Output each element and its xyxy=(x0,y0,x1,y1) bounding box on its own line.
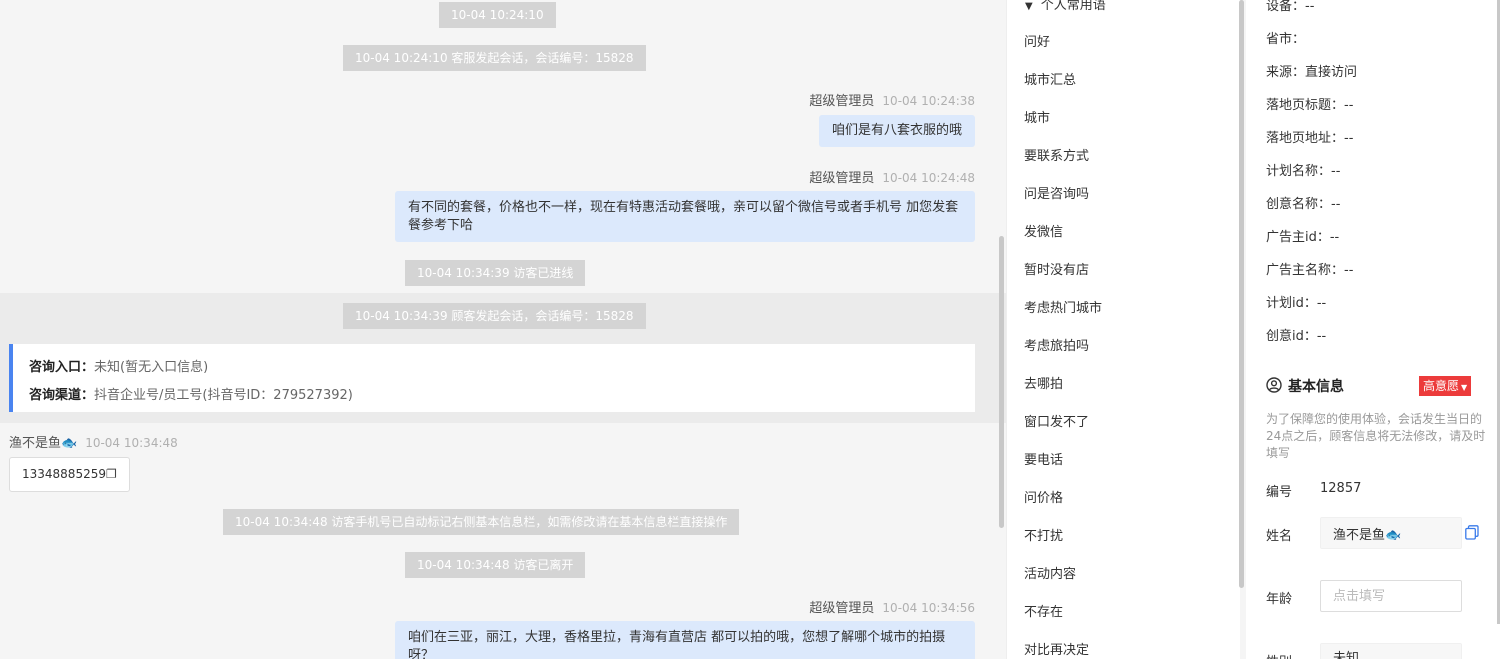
phrase-item[interactable]: 去哪拍 xyxy=(1024,373,1063,392)
phrase-item[interactable]: 城市汇总 xyxy=(1024,69,1076,88)
customer-info-panel: 设备：-- 省市： 来源：直接访问 落地页标题：-- 落地页地址：-- 计划名称… xyxy=(1246,0,1501,659)
agent-message-bubble: 有不同的套餐，价格也不一样，现在有特惠活动套餐哦，亲可以留个微信号或者手机号 加… xyxy=(395,191,975,242)
info-device: 设备：-- xyxy=(1266,0,1315,14)
page-scrollbar[interactable] xyxy=(1497,0,1500,624)
copy-icon[interactable]: ❐ xyxy=(106,467,117,481)
system-message: 10-04 10:24:10 客服发起会话，会话编号：15828 xyxy=(343,45,646,71)
message-time: 10-04 10:34:56 xyxy=(882,601,975,615)
info-plan-id: 计划id：-- xyxy=(1266,296,1327,311)
info-creative-id: 创意id：-- xyxy=(1266,329,1327,344)
phrase-item[interactable]: 窗口发不了 xyxy=(1024,411,1089,430)
message-line: 咱们在三亚，丽江，大理，香格里拉，青海有直营店 都可以拍的哦，您想了解哪个城市的… xyxy=(408,630,946,645)
sender-name: 超级管理员 xyxy=(809,94,875,109)
info-source: 来源：直接访问 xyxy=(1266,65,1358,80)
phrase-item[interactable]: 问价格 xyxy=(1024,487,1063,506)
consult-channel-value: 抖音企业号/员工号(抖音号ID：279527392) xyxy=(94,388,353,403)
phrase-item[interactable]: 考虑热门城市 xyxy=(1024,297,1102,316)
message-line: 有不同的套餐，价格也不一样，现在有特惠活动套餐哦，亲可以留个微信号或者手机号 加… xyxy=(408,200,959,215)
chat-panel: 10-04 10:24:10 10-04 10:24:10 客服发起会话，会话编… xyxy=(0,0,1006,659)
info-landing-title: 落地页标题：-- xyxy=(1266,98,1354,113)
system-message: 10-04 10:34:39 访客已进线 xyxy=(405,260,586,286)
phrase-item[interactable]: 暂时没有店 xyxy=(1024,259,1089,278)
info-advertiser-id: 广告主id：-- xyxy=(1266,230,1340,245)
phrase-item[interactable]: 对比再决定 xyxy=(1024,639,1089,658)
message-line: 呀？ xyxy=(408,648,435,659)
visitor-meta: 渔不是鱼🐟 10-04 10:34:48 xyxy=(9,432,178,451)
visitor-phone-message[interactable]: 13348885259❐ xyxy=(9,457,130,492)
phrase-item[interactable]: 不打扰 xyxy=(1024,525,1063,544)
phrase-item[interactable]: 问好 xyxy=(1024,31,1050,50)
edit-notice: 为了保障您的使用体验，会话发生当日的24点之后，顾客信息将无法修改，请及时填写 xyxy=(1266,412,1486,460)
message-meta: 超级管理员 10-04 10:24:38 xyxy=(809,90,975,109)
phrases-group-header[interactable]: ▼ 个人常用语 xyxy=(1025,0,1106,13)
number-label: 编号 xyxy=(1266,485,1293,500)
consult-entry-card: 咨询入口：未知(暂无入口信息) 咨询渠道：抖音企业号/员工号(抖音号ID：279… xyxy=(9,344,975,412)
common-phrases-panel: ▼ 个人常用语 问好 城市汇总 城市 要联系方式 问是咨询吗 发微信 暂时没有店 … xyxy=(1006,0,1240,659)
info-plan-name: 计划名称：-- xyxy=(1266,164,1341,179)
consult-entry-label: 咨询入口： xyxy=(29,360,95,375)
basic-info-label: 基本信息 xyxy=(1288,379,1344,395)
agent-message-bubble: 咱们是有八套衣服的哦 xyxy=(818,115,975,147)
phrases-scrollbar[interactable] xyxy=(1239,0,1244,588)
gender-select[interactable]: 未知 xyxy=(1320,643,1462,659)
info-creative-name: 创意名称：-- xyxy=(1266,197,1341,212)
copy-icon[interactable] xyxy=(1465,525,1479,540)
caret-down-icon: ▼ xyxy=(1025,1,1033,12)
age-field[interactable] xyxy=(1320,580,1462,612)
sender-name: 超级管理员 xyxy=(809,171,875,186)
gender-label: 性别 xyxy=(1266,651,1292,659)
caret-down-icon: ▼ xyxy=(1461,383,1468,392)
chat-scrollbar[interactable] xyxy=(999,236,1004,528)
basic-info-title: 基本信息 xyxy=(1266,376,1344,396)
phrase-item[interactable]: 发微信 xyxy=(1024,221,1063,240)
message-meta: 超级管理员 10-04 10:24:48 xyxy=(809,167,975,186)
system-timestamp: 10-04 10:24:10 xyxy=(439,2,556,28)
intent-label: 高意愿 xyxy=(1423,379,1460,393)
phrase-item[interactable]: 要电话 xyxy=(1024,449,1063,468)
agent-message-bubble: 咱们在三亚，丽江，大理，香格里拉，青海有直营店 都可以拍的哦，您想了解哪个城市的… xyxy=(395,621,975,659)
consult-entry-row: 咨询入口：未知(暂无入口信息) xyxy=(29,354,959,382)
consult-entry-value: 未知(暂无入口信息) xyxy=(94,360,209,375)
phrase-item[interactable]: 城市 xyxy=(1024,107,1050,126)
phrase-item[interactable]: 考虑旅拍吗 xyxy=(1024,335,1089,354)
phone-number: 13348885259 xyxy=(22,467,106,481)
message-time: 10-04 10:24:48 xyxy=(882,171,975,185)
message-time: 10-04 10:34:48 xyxy=(85,436,178,450)
phrase-item[interactable]: 问是咨询吗 xyxy=(1024,183,1089,202)
consult-channel-label: 咨询渠道： xyxy=(29,388,95,403)
system-message: 10-04 10:34:39 顾客发起会话，会话编号：15828 xyxy=(343,303,646,329)
sender-name: 超级管理员 xyxy=(809,601,875,616)
message-meta: 超级管理员 10-04 10:34:56 xyxy=(809,597,975,616)
age-label: 年龄 xyxy=(1266,592,1293,607)
message-line: 餐参考下哈 xyxy=(408,218,474,233)
visitor-name: 渔不是鱼🐟 xyxy=(9,436,78,451)
system-message: 10-04 10:34:48 访客手机号已自动标记右侧基本信息栏，如需修改请在基… xyxy=(223,509,740,535)
system-message: 10-04 10:34:48 访客已离开 xyxy=(405,552,586,578)
user-circle-icon xyxy=(1266,377,1282,393)
consult-channel-row: 咨询渠道：抖音企业号/员工号(抖音号ID：279527392) xyxy=(29,382,959,410)
phrase-item[interactable]: 要联系方式 xyxy=(1024,145,1089,164)
name-label: 姓名 xyxy=(1266,529,1293,544)
gender-value: 未知 xyxy=(1333,651,1360,659)
message-time: 10-04 10:24:38 xyxy=(882,94,975,108)
number-value: 12857 xyxy=(1320,481,1362,496)
info-advertiser-name: 广告主名称：-- xyxy=(1266,263,1354,278)
phrase-item[interactable]: 活动内容 xyxy=(1024,563,1076,582)
info-landing-url: 落地页地址：-- xyxy=(1266,131,1354,146)
info-province: 省市： xyxy=(1266,32,1306,47)
phrase-item[interactable]: 不存在 xyxy=(1024,601,1063,620)
name-field[interactable] xyxy=(1320,517,1462,549)
intent-badge[interactable]: 高意愿 ▼ xyxy=(1419,376,1472,396)
phrases-group-title: 个人常用语 xyxy=(1040,0,1106,13)
